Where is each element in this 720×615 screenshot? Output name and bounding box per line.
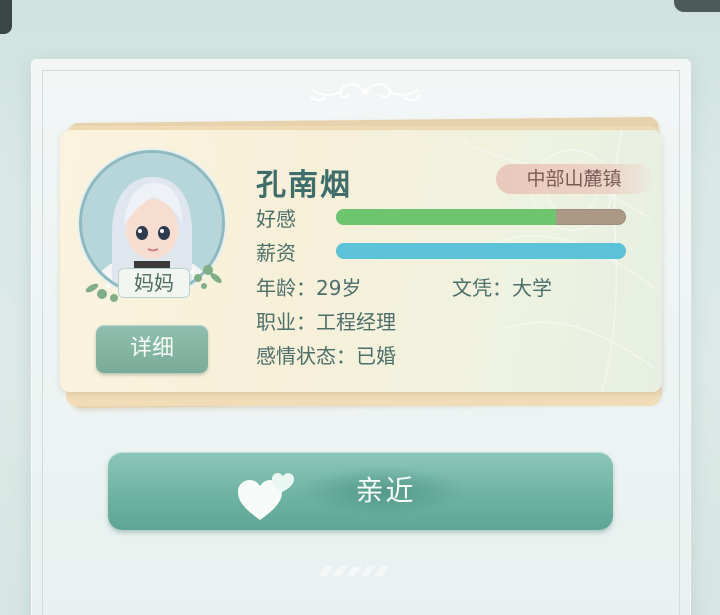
relation-badge: 妈妈 bbox=[118, 268, 190, 298]
marital-line: 感情状态：已婚 bbox=[256, 340, 396, 369]
character-name: 孔南烟 bbox=[256, 168, 352, 203]
marital-label: 感情状态： bbox=[256, 344, 356, 368]
education-line: 文凭：大学 bbox=[452, 272, 552, 301]
game-screen: 妈妈 详细 孔南烟 中部山麓镇 好感 薪资 年龄：29岁 文凭：大学 职业：工程… bbox=[0, 0, 720, 615]
age-line: 年龄：29岁 bbox=[256, 272, 361, 301]
ornament-icon bbox=[310, 83, 420, 102]
salary-label: 薪资 bbox=[256, 241, 296, 265]
bottom-decoration bbox=[318, 566, 390, 576]
approach-button[interactable]: 亲近 bbox=[108, 452, 613, 530]
affinity-bar-fill bbox=[336, 209, 557, 225]
affinity-bar bbox=[336, 209, 626, 225]
location-tag: 中部山麓镇 bbox=[496, 164, 652, 194]
job-line: 职业：工程经理 bbox=[256, 306, 396, 335]
marital-value: 已婚 bbox=[356, 344, 396, 368]
approach-label: 亲近 bbox=[355, 474, 416, 507]
affinity-label: 好感 bbox=[256, 207, 296, 231]
job-label: 职业： bbox=[256, 310, 316, 334]
salary-bar bbox=[336, 243, 626, 259]
education-label: 文凭： bbox=[452, 276, 512, 300]
detail-button[interactable]: 详细 bbox=[96, 325, 208, 373]
job-value: 工程经理 bbox=[316, 310, 396, 334]
education-value: 大学 bbox=[512, 276, 552, 300]
corner-decoration bbox=[674, 0, 720, 12]
hearts-icon bbox=[238, 473, 294, 520]
age-label: 年龄： bbox=[256, 276, 316, 300]
salary-bar-fill bbox=[336, 243, 626, 259]
corner-tab[interactable] bbox=[0, 0, 12, 34]
age-value: 29岁 bbox=[316, 276, 362, 300]
